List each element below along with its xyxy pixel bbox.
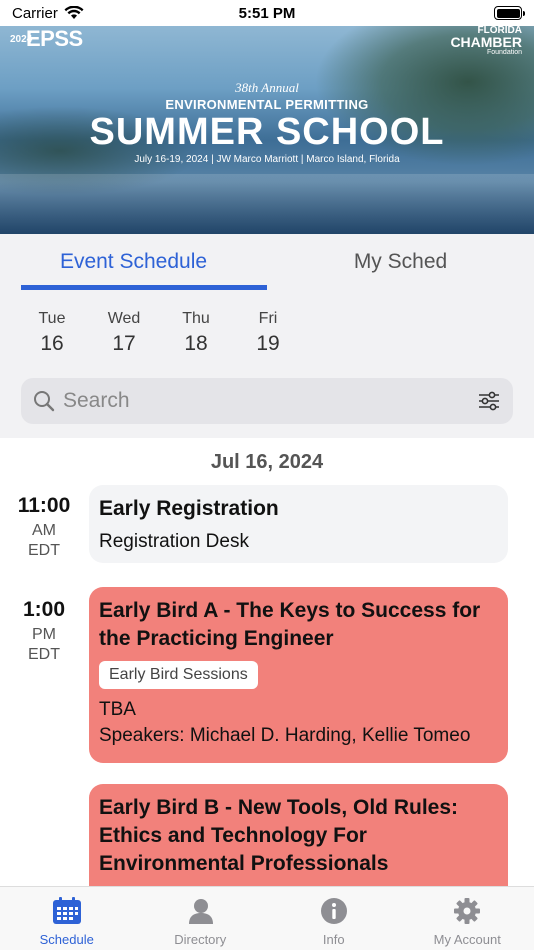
day-name: Tue bbox=[38, 310, 66, 327]
search-bar[interactable]: Search bbox=[21, 378, 513, 424]
status-time: 5:51 PM bbox=[238, 4, 296, 22]
bottom-tab-bar: Schedule Directory Info My Account bbox=[0, 886, 534, 950]
banner-title: SUMMER SCHOOL bbox=[89, 111, 445, 153]
logo-foundation: Foundation bbox=[486, 49, 522, 56]
day-thu[interactable]: Thu 18 bbox=[160, 310, 232, 356]
session-title: Early Bird B - New Tools, Old Rules: Eth… bbox=[99, 796, 458, 875]
tabbar-label: Directory bbox=[174, 932, 227, 947]
search-icon bbox=[34, 391, 55, 412]
florida-chamber-logo: FLORIDA CHAMBER Foundation bbox=[450, 26, 522, 57]
filter-icon[interactable] bbox=[477, 390, 501, 412]
day-number: 18 bbox=[184, 332, 208, 355]
session-card-early-registration[interactable]: Early Registration Registration Desk bbox=[89, 485, 508, 563]
gear-icon bbox=[454, 898, 481, 924]
event-banner: 2024 EPSS FLORIDA CHAMBER Foundation 38t… bbox=[0, 26, 534, 234]
tabbar-label: Info bbox=[322, 932, 345, 947]
tabbar-schedule[interactable]: Schedule bbox=[0, 887, 134, 950]
day-fri[interactable]: Fri 19 bbox=[232, 310, 304, 356]
search-input[interactable]: Search bbox=[63, 389, 477, 413]
person-icon bbox=[189, 899, 214, 924]
carrier-label: Carrier bbox=[12, 4, 58, 22]
session-title: Early Bird A - The Keys to Success for t… bbox=[99, 599, 481, 650]
session-card-early-bird-b[interactable]: Early Bird B - New Tools, Old Rules: Eth… bbox=[89, 784, 508, 886]
day-number: 16 bbox=[40, 332, 64, 355]
time-column: 11:00 AM EDT bbox=[0, 486, 88, 560]
calendar-icon bbox=[52, 897, 81, 924]
time-meridiem: AM bbox=[32, 522, 56, 539]
day-selector: Tue 16 Wed 17 Thu 18 Fri 19 Search bbox=[0, 290, 534, 438]
time-value: 11:00 bbox=[17, 494, 71, 517]
date-header: Jul 16, 2024 bbox=[210, 451, 324, 473]
session-card-early-bird-a[interactable]: Early Bird A - The Keys to Success for t… bbox=[89, 587, 508, 763]
wifi-icon bbox=[64, 6, 84, 19]
battery-icon bbox=[494, 6, 525, 20]
tabbar-label: Schedule bbox=[39, 932, 94, 947]
logo-chamber: CHAMBER bbox=[450, 34, 522, 50]
tab-my-sched[interactable]: My Sched bbox=[267, 234, 534, 290]
status-left: Carrier bbox=[12, 5, 192, 22]
banner-annual: 38th Annual bbox=[235, 80, 299, 95]
logo-year: 2024 bbox=[10, 33, 33, 45]
tabbar-label: My Account bbox=[433, 932, 501, 947]
day-name: Fri bbox=[258, 310, 278, 327]
time-meridiem: PM bbox=[32, 626, 56, 643]
session-tag: Early Bird Sessions bbox=[99, 661, 258, 689]
tabbar-info[interactable]: Info bbox=[267, 887, 401, 950]
banner-date: July 16-19, 2024 | JW Marco Marriott | M… bbox=[134, 154, 400, 165]
time-column: 1:00 PM EDT bbox=[0, 598, 88, 664]
banner-subtitle: ENVIRONMENTAL PERMITTING bbox=[165, 97, 369, 112]
day-name: Thu bbox=[182, 310, 210, 327]
status-bar: Carrier 5:51 PM bbox=[0, 0, 534, 26]
banner-text: 38th Annual ENVIRONMENTAL PERMITTING SUM… bbox=[0, 80, 534, 165]
tab-event-schedule[interactable]: Event Schedule bbox=[0, 234, 267, 290]
day-name: Wed bbox=[107, 310, 141, 327]
day-wed[interactable]: Wed 17 bbox=[88, 310, 160, 356]
day-number: 19 bbox=[256, 332, 280, 355]
tabbar-directory[interactable]: Directory bbox=[134, 887, 268, 950]
time-zone: EDT bbox=[28, 542, 60, 559]
logo-epss: EPSS bbox=[26, 26, 83, 51]
status-right bbox=[342, 6, 525, 20]
info-icon bbox=[320, 898, 347, 924]
time-zone: EDT bbox=[28, 646, 60, 663]
day-number: 17 bbox=[112, 332, 136, 355]
time-value: 1:00 bbox=[22, 598, 66, 621]
epss-logo: 2024 EPSS bbox=[10, 26, 83, 52]
tabbar-my-account[interactable]: My Account bbox=[401, 887, 534, 950]
schedule-tabs: Event Schedule My Sched bbox=[0, 234, 534, 290]
day-tue[interactable]: Tue 16 bbox=[16, 310, 88, 356]
session-title: Early Registration bbox=[99, 497, 279, 520]
session-location: Registration Desk bbox=[99, 531, 249, 552]
session-location: TBA bbox=[99, 699, 136, 720]
session-speakers: Speakers: Michael D. Harding, Kellie Tom… bbox=[99, 725, 471, 746]
schedule-list: Jul 16, 2024 11:00 AM EDT Early Registra… bbox=[0, 438, 534, 886]
